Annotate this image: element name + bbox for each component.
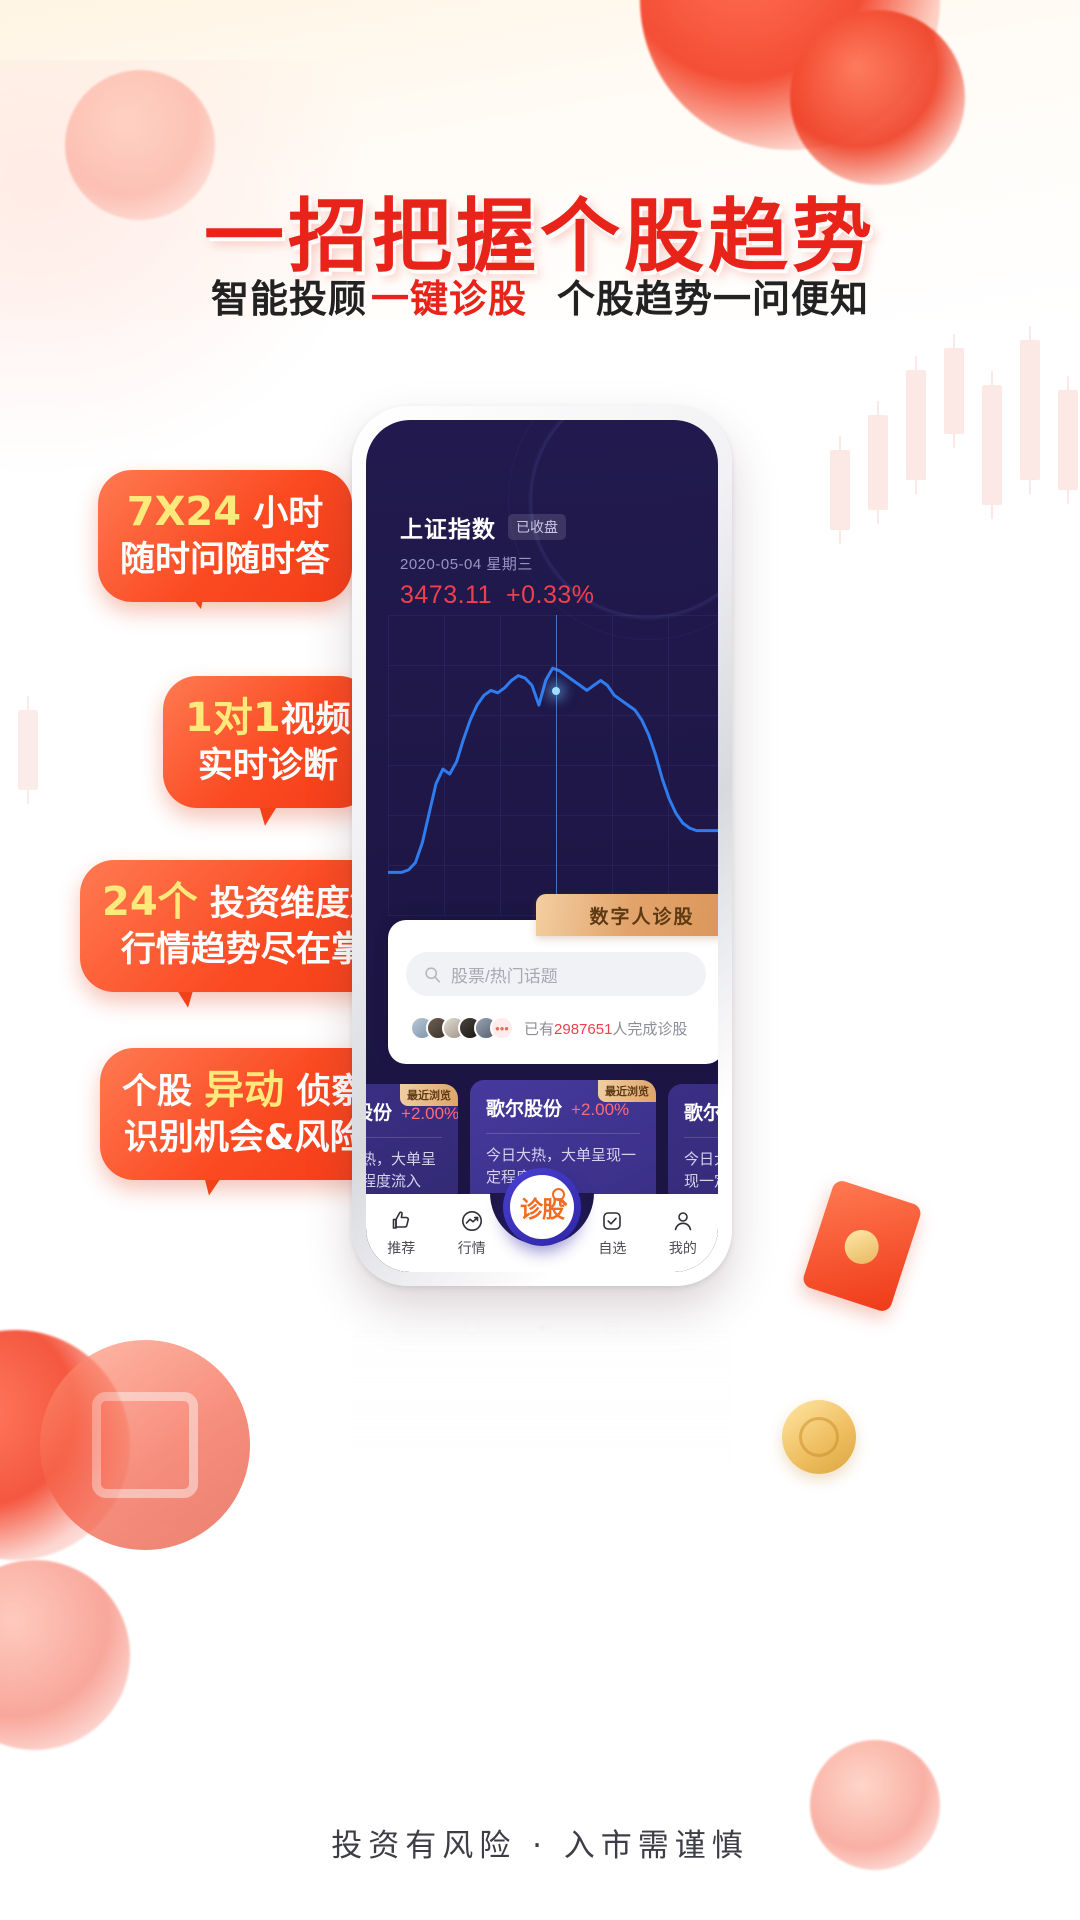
index-price: 3473.11: [400, 581, 493, 609]
disclaimer-footer: 投资有风险 · 入市需谨慎: [331, 1828, 749, 1864]
card-badge: 最近浏览: [400, 1084, 458, 1106]
diagnose-ribbon: 数字人诊股: [536, 894, 718, 936]
bubble-2-rest: 视频: [280, 700, 351, 740]
reflection-icon: ☐: [605, 1318, 620, 1335]
magnifier-icon: [552, 1188, 565, 1201]
subtitle-highlight: 一键诊股: [370, 277, 527, 321]
count-suffix: 人完成诊股: [612, 1020, 688, 1038]
bubble-2-accent: 1对1: [185, 695, 281, 741]
card-divider: [366, 1137, 442, 1138]
phone-screen: 上证指数 已收盘 2020-05-04 星期三 3473.11 +0.33% 数字…: [366, 420, 718, 1272]
diagnose-fab-button[interactable]: 诊股: [503, 1168, 581, 1246]
feature-bubble-4: 个股 异动 侦察 识别机会&风险: [100, 1048, 389, 1180]
avatar-group: •••: [410, 1016, 514, 1040]
candlestick-decoration: [820, 326, 1080, 590]
search-input[interactable]: 股票/热门话题: [406, 952, 706, 996]
count-value: 2987651: [554, 1020, 613, 1038]
candlestick-decoration-left: [8, 690, 68, 820]
thumbs-up-icon: [389, 1209, 413, 1233]
reflection-icon: ♡: [394, 1318, 409, 1335]
chart-line: [388, 666, 718, 874]
check-square-icon: [600, 1209, 624, 1233]
bubble-3-accent: 24个: [102, 879, 198, 925]
index-date: 2020-05-04 星期三: [400, 556, 533, 573]
search-icon: [425, 966, 441, 982]
index-chart: [388, 615, 718, 916]
search-placeholder: 股票/热门话题: [451, 966, 558, 986]
bubble-4-accent: 异动: [204, 1067, 285, 1113]
nav-label: 推荐: [387, 1239, 416, 1256]
index-name: 上证指数: [400, 516, 496, 542]
subtitle-part-1: 智能投顾: [210, 277, 367, 321]
decorative-blob: [0, 1560, 130, 1750]
nav-label: 我的: [668, 1239, 697, 1256]
reflection-icon: ◯: [462, 1318, 481, 1335]
completion-count: 已有2987651人完成诊股: [524, 1018, 687, 1039]
diagnose-panel: 数字人诊股 股票/热门话题 ••• 已有2987651人完成诊股: [388, 894, 718, 1064]
bubble-4-prefix: 个股: [122, 1072, 205, 1112]
stock-name: 歌尔股份: [684, 1103, 718, 1124]
index-price-row: 3473.11 +0.33%: [400, 581, 595, 610]
stock-card[interactable]: 最近浏览 歌尔股份 +2.00% 今日大热，大单呈现一定程度流入: [366, 1084, 458, 1204]
bubble-4-line2: 识别机会&风险: [123, 1118, 365, 1158]
decorative-blob: [790, 10, 965, 185]
card-divider: [684, 1137, 718, 1138]
bubble-2-line2: 实时诊断: [197, 746, 338, 786]
reflection-icon: ☺: [674, 1319, 691, 1336]
stock-change: +2.00%: [571, 1100, 630, 1119]
reflection-nav: ♡ ◯ ● ☐ ☺: [366, 1292, 718, 1362]
stock-name: 歌尔股份: [486, 1099, 563, 1120]
market-status-badge: 已收盘: [508, 514, 566, 540]
coin-decoration-small: [782, 1400, 856, 1474]
user-icon: [671, 1209, 695, 1233]
chart-cursor-dot: [552, 687, 560, 695]
stock-card[interactable]: 最近浏览 歌尔股份 +2.00% 今日大热，大单呈现一定程度流入: [668, 1084, 718, 1204]
nav-item-profile[interactable]: 我的: [648, 1209, 718, 1258]
nav-label: 行情: [457, 1239, 486, 1256]
coin-decoration-large: [40, 1340, 250, 1550]
subtitle-part-2: 个股趋势一问便知: [557, 277, 870, 321]
card-divider: [486, 1133, 640, 1134]
nav-item-watchlist[interactable]: 自选: [577, 1209, 647, 1258]
chart-cursor-line: [556, 615, 557, 915]
stock-desc: 今日大热，大单呈现一定程度流入: [366, 1151, 437, 1190]
index-header: 上证指数 已收盘 2020-05-04 星期三 3473.11 +0.33%: [400, 510, 595, 610]
bubble-1-line2: 随时问随时答: [120, 540, 331, 580]
avatar-more-icon: •••: [490, 1016, 514, 1040]
card-badge: 最近浏览: [598, 1080, 656, 1102]
feature-bubble-1: 7X24 小时 随时问随时答: [98, 470, 353, 602]
diagnose-ribbon-label: 数字人诊股: [589, 906, 695, 928]
phone-mockup: 上证指数 已收盘 2020-05-04 星期三 3473.11 +0.33% 数字…: [352, 406, 732, 1286]
reflection-icon: ●: [537, 1319, 547, 1336]
bubble-1-rest: 小时: [241, 494, 324, 534]
stock-change: +2.00%: [401, 1104, 458, 1123]
phone-reflection: ♡ ◯ ● ☐ ☺: [352, 1292, 732, 1502]
count-prefix: 已有: [524, 1020, 555, 1038]
page-subtitle: 智能投顾 一键诊股 个股趋势一问便知: [0, 268, 1080, 323]
social-proof-row: ••• 已有2987651人完成诊股: [410, 1016, 687, 1040]
stock-desc: 今日大热，大单呈现一定程度流入: [684, 1151, 718, 1190]
nav-item-recommend[interactable]: 推荐: [366, 1209, 436, 1258]
nav-item-market[interactable]: 行情: [436, 1209, 506, 1258]
nav-label: 自选: [598, 1239, 627, 1256]
stock-name: 歌尔股份: [366, 1103, 393, 1124]
bubble-1-accent: 7X24: [126, 489, 242, 535]
bottom-nav: 推荐 行情 自选 我的 诊股: [366, 1168, 718, 1272]
feature-bubble-2: 1对1视频 实时诊断: [163, 676, 373, 808]
index-change: +0.33%: [506, 581, 595, 609]
trend-circle-icon: [460, 1209, 484, 1233]
